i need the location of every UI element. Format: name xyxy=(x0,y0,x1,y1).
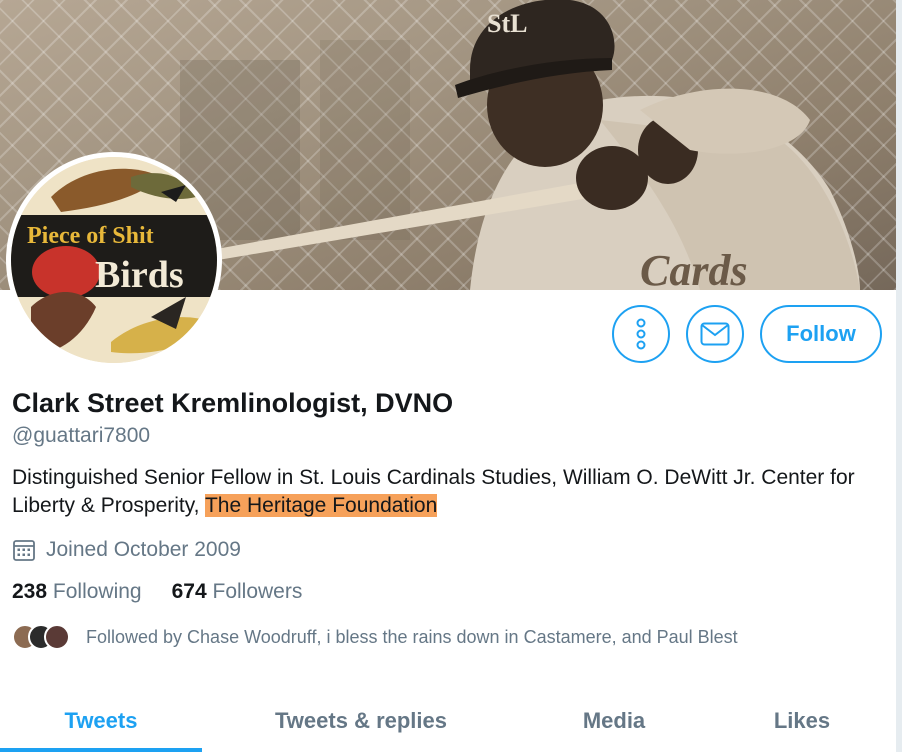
more-icon xyxy=(636,318,646,350)
mutual-avatar xyxy=(44,624,70,650)
followers-label: Followers xyxy=(212,580,303,603)
more-options-button[interactable] xyxy=(612,305,670,363)
profile-tabs: Tweets Tweets & replies Media Likes xyxy=(0,690,896,752)
following-label: Following xyxy=(52,580,142,603)
join-date: Joined October 2009 xyxy=(12,538,241,562)
bio-highlighted-text: The Heritage Foundation xyxy=(204,494,438,517)
user-handle: @guattari7800 xyxy=(12,424,151,447)
following-link[interactable]: 238 Following xyxy=(12,580,142,604)
message-button[interactable] xyxy=(686,305,744,363)
svg-text:StL: StL xyxy=(487,9,527,38)
display-name: Clark Street Kremlinologist, DVNO xyxy=(12,388,454,418)
followed-by-row[interactable]: Followed by Chase Woodruff, i bless the … xyxy=(12,624,738,650)
tab-likes[interactable]: Likes xyxy=(708,690,896,752)
profile-bio: Distinguished Senior Fellow in St. Louis… xyxy=(12,464,882,520)
calendar-icon xyxy=(13,540,35,561)
tab-tweets[interactable]: Tweets xyxy=(0,690,202,752)
avatar-title-line-1: Piece of Shit xyxy=(27,223,154,249)
followers-count: 674 xyxy=(171,580,207,603)
follow-stats: 238 Following 674 Followers xyxy=(12,580,332,604)
profile-avatar[interactable]: Piece of Shit Birds xyxy=(6,152,222,368)
avatar-title-line-2: Birds xyxy=(95,254,184,296)
scrollbar-track[interactable] xyxy=(896,0,902,752)
join-date-text: Joined October 2009 xyxy=(46,538,241,561)
following-count: 238 xyxy=(12,580,48,603)
svg-text:Cards: Cards xyxy=(640,246,748,290)
follow-button[interactable]: Follow xyxy=(760,305,882,363)
tab-tweets-and-replies[interactable]: Tweets & replies xyxy=(202,690,520,752)
mail-icon xyxy=(700,322,730,346)
followed-by-text: Followed by Chase Woodruff, i bless the … xyxy=(86,626,738,647)
followers-link[interactable]: 674 Followers xyxy=(172,580,303,604)
mutual-followers-avatars xyxy=(12,624,72,650)
tab-media[interactable]: Media xyxy=(520,690,708,752)
